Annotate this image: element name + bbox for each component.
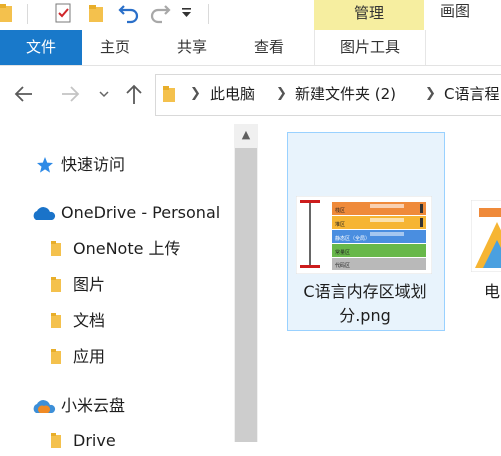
back-button[interactable] — [10, 72, 38, 116]
nav-documents[interactable]: 文档 — [73, 306, 105, 336]
forward-button[interactable] — [56, 72, 84, 116]
new-folder-icon[interactable] — [88, 2, 106, 24]
folder-icon — [51, 313, 66, 328]
onedrive-cloud-icon — [31, 205, 57, 221]
tab-picture-tools-group: 画图 — [440, 2, 471, 20]
tab-file[interactable]: 文件 — [0, 30, 82, 65]
folder-icon — [51, 277, 66, 292]
customize-toolbar-icon[interactable] — [180, 4, 194, 20]
breadcrumb-chevron-icon[interactable]: ❯ — [190, 74, 201, 114]
back-arrow-icon — [14, 86, 32, 102]
folder-icon — [51, 241, 66, 256]
nav-onenote-upload[interactable]: OneNote 上传 — [73, 234, 181, 264]
quick-access-star-icon — [36, 156, 54, 174]
toolbar-separator — [27, 4, 28, 24]
tab-share[interactable]: 共享 — [177, 30, 207, 65]
address-folder-icon — [162, 85, 178, 103]
forward-arrow-icon — [62, 86, 80, 102]
mi-cloud-icon — [31, 398, 57, 414]
up-arrow-icon — [126, 84, 142, 104]
nav-mi-cloud[interactable]: 小米云盘 — [61, 391, 125, 421]
tab-view[interactable]: 查看 — [254, 30, 284, 65]
nav-pictures[interactable]: 图片 — [73, 270, 105, 300]
breadcrumb-this-pc[interactable]: 此电脑 — [210, 74, 255, 114]
scrollbar-thumb[interactable] — [235, 148, 257, 442]
breadcrumb-new-folder[interactable]: 新建文件夹 (2) — [295, 74, 396, 114]
thumbnail-row-heap: 堆区 — [335, 221, 345, 228]
up-button[interactable] — [122, 72, 146, 116]
nav-apps[interactable]: 应用 — [73, 342, 105, 372]
quick-access-toolbar — [0, 0, 501, 30]
thumbnail-row-static: 静态区（全局） — [335, 235, 370, 242]
nav-onedrive[interactable]: OneDrive - Personal — [61, 198, 220, 228]
breadcrumb-chevron-icon[interactable]: ❯ — [276, 74, 287, 114]
tab-picture-tools-label: 图片工具 — [339, 38, 400, 56]
file-name-label[interactable]: 电 — [484, 280, 500, 304]
tab-picture-tools[interactable]: 图片工具 — [314, 30, 426, 65]
breadcrumb-chevron-icon[interactable]: ❯ — [425, 74, 436, 114]
properties-icon[interactable] — [54, 2, 74, 24]
breadcrumb-c-language[interactable]: C语言程 — [444, 74, 499, 114]
folder-icon[interactable] — [0, 2, 16, 24]
thumbnail-row-stack: 栈区 — [335, 207, 345, 214]
folder-icon — [51, 349, 66, 364]
recent-locations-button[interactable] — [96, 72, 112, 116]
redo-icon[interactable] — [148, 0, 172, 24]
nav-drive[interactable]: Drive — [73, 426, 116, 456]
toolbar-separator — [208, 4, 209, 24]
nav-quick-access[interactable]: 快速访问 — [61, 150, 125, 180]
folder-icon — [51, 433, 66, 448]
file-thumbnail: 栈区 堆区 静态区（全局） 常量区 代码区 — [295, 195, 433, 275]
tab-home[interactable]: 主页 — [100, 30, 130, 65]
undo-icon[interactable] — [117, 0, 141, 24]
file-name-label[interactable]: C语言内存区域划分.png — [300, 280, 430, 328]
tab-manage[interactable]: 管理 — [314, 0, 424, 30]
chevron-down-icon — [99, 91, 109, 98]
file-thumbnail — [471, 200, 501, 272]
thumbnail-row-const: 常量区 — [335, 249, 350, 256]
thumbnail-row-code: 代码区 — [335, 262, 350, 269]
scroll-up-arrow-icon[interactable]: ▲ — [234, 124, 258, 146]
